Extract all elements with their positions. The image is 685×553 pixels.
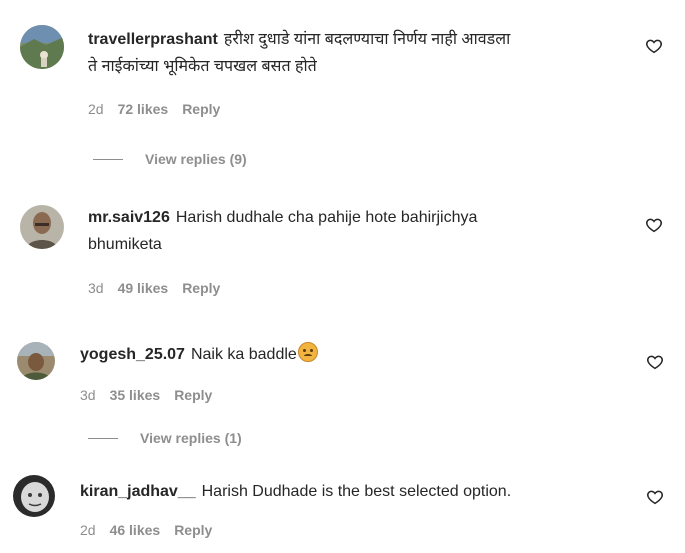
view-replies-button[interactable]: View replies (1) [88, 430, 242, 446]
comment-body: Naik ka baddle [190, 346, 297, 363]
comment-text: mr.saiv126 Harish dudhale cha pahije hote… [88, 204, 628, 258]
reply-button[interactable]: Reply [174, 387, 212, 403]
avatar[interactable] [13, 475, 55, 517]
view-replies-line [88, 437, 118, 439]
heart-outline-icon[interactable] [646, 353, 664, 371]
comment-text: travellerprashant हरीश दुधाडे यांना बदलण्… [88, 26, 628, 80]
comment-time: 3d [88, 280, 104, 296]
comment-username[interactable]: mr.saiv126 [88, 209, 170, 226]
heart-outline-icon[interactable] [646, 488, 664, 506]
comment-meta: 3d 49 likes Reply [88, 280, 220, 296]
comment-text: yogesh_25.07 Naik ka baddle [80, 341, 620, 368]
avatar[interactable] [17, 342, 55, 380]
comment-likes[interactable]: 35 likes [110, 387, 161, 403]
comment-body: हरीश दुधाडे यांना बदलण्याचा निर्णय नाही … [223, 31, 511, 48]
comment-body: Harish dudhale cha pahije hote bahirjich… [175, 209, 478, 226]
reply-button[interactable]: Reply [182, 280, 220, 296]
sad-face-emoji [297, 342, 318, 362]
comment-time: 3d [80, 387, 96, 403]
comment-body-continued: bhumiketa [88, 236, 162, 253]
comment-meta: 2d 46 likes Reply [80, 522, 212, 538]
comment-body: Harish Dudhade is the best selected opti… [201, 483, 512, 500]
heart-outline-icon[interactable] [645, 37, 663, 55]
reply-button[interactable]: Reply [174, 522, 212, 538]
view-replies-button[interactable]: View replies (9) [93, 151, 247, 167]
comment-time: 2d [80, 522, 96, 538]
comment-time: 2d [88, 101, 104, 117]
avatar[interactable] [20, 205, 64, 249]
view-replies-label: View replies (9) [145, 151, 247, 167]
view-replies-label: View replies (1) [140, 430, 242, 446]
comment-body-continued: ते नाईकांच्या भूमिकेत चपखल बसत होते [88, 58, 317, 75]
comment-username[interactable]: yogesh_25.07 [80, 346, 185, 363]
comment-likes[interactable]: 49 likes [118, 280, 169, 296]
comment-text: kiran_jadhav__ Harish Dudhade is the best… [80, 478, 640, 505]
comment-username[interactable]: kiran_jadhav__ [80, 483, 196, 500]
comment-likes[interactable]: 72 likes [118, 101, 169, 117]
avatar[interactable] [20, 25, 64, 69]
view-replies-line [93, 158, 123, 160]
comment-username[interactable]: travellerprashant [88, 31, 218, 48]
comment-meta: 2d 72 likes Reply [88, 101, 220, 117]
heart-outline-icon[interactable] [645, 216, 663, 234]
comment-meta: 3d 35 likes Reply [80, 387, 212, 403]
reply-button[interactable]: Reply [182, 101, 220, 117]
comment-likes[interactable]: 46 likes [110, 522, 161, 538]
